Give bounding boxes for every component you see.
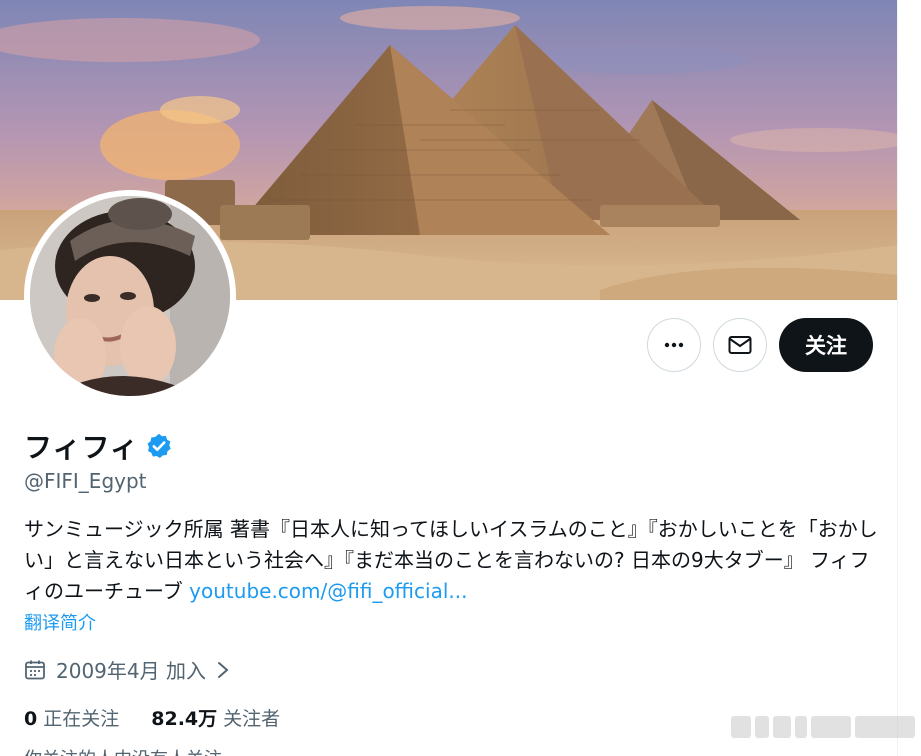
translate-bio-link[interactable]: 翻译简介 bbox=[24, 609, 96, 635]
follow-stats: 0 正在关注 82.4万 关注者 bbox=[24, 704, 280, 731]
following-stat[interactable]: 0 正在关注 bbox=[24, 704, 119, 731]
profile-actions: 关注 bbox=[647, 318, 873, 372]
verified-badge-icon[interactable] bbox=[145, 432, 173, 460]
profile-avatar[interactable] bbox=[24, 190, 236, 402]
followers-label: 关注者 bbox=[223, 708, 281, 730]
name-row: フィフィ bbox=[24, 426, 173, 466]
following-label: 正在关注 bbox=[43, 708, 120, 730]
chevron-right-icon bbox=[217, 661, 229, 678]
more-dots-icon bbox=[664, 342, 684, 348]
joined-text: 2009年4月 加入 bbox=[56, 659, 206, 683]
profile-bio: サンミュージック所属 著書『日本人に知ってほしいイスラムのこと』『おかしいことを… bbox=[24, 514, 880, 607]
more-button[interactable] bbox=[647, 318, 701, 372]
joined-date[interactable]: 2009年4月 加入 bbox=[24, 655, 230, 684]
profile-handle: @FIFI_Egypt bbox=[24, 469, 147, 493]
profile-panel: 关注 フィフィ @FIFI_Egypt サンミュージック所属 著書『日本人に知っ… bbox=[0, 0, 898, 756]
display-name: フィフィ bbox=[24, 431, 139, 464]
followed-by-text: 你关注的人中没有人关注 bbox=[24, 745, 222, 756]
following-count: 0 bbox=[24, 708, 38, 730]
calendar-icon bbox=[25, 660, 45, 679]
followers-count: 82.4万 bbox=[151, 708, 218, 730]
followers-stat[interactable]: 82.4万 关注者 bbox=[151, 704, 280, 731]
envelope-icon bbox=[728, 336, 752, 354]
message-button[interactable] bbox=[713, 318, 767, 372]
follow-button[interactable]: 关注 bbox=[779, 318, 873, 372]
watermark bbox=[731, 716, 915, 738]
bio-link[interactable]: youtube.com/@fifi_official... bbox=[189, 579, 467, 603]
